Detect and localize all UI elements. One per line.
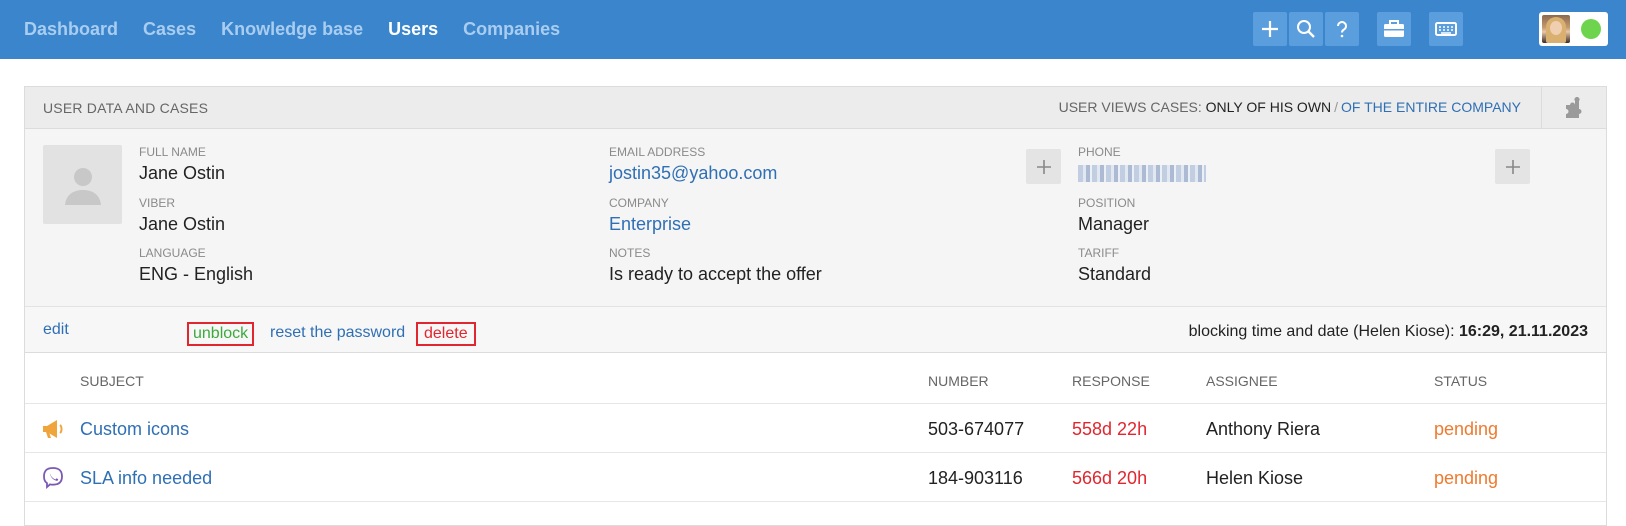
table-row[interactable]: SLA info needed 184-903116 566d 20h Hele… <box>25 453 1606 502</box>
company-label: COMPANY <box>609 196 669 210</box>
language-field: LANGUAGE ENG - English <box>139 246 253 285</box>
position-field: POSITION Manager <box>1078 196 1149 235</box>
unblock-link[interactable]: unblock <box>187 322 255 346</box>
full-name-value: Jane Ostin <box>139 163 226 183</box>
phone-value-blurred <box>1078 165 1206 182</box>
panel-header: USER DATA AND CASES USER VIEWS CASES: ON… <box>25 87 1606 129</box>
email-field: EMAIL ADDRESS jostin35@yahoo.com <box>609 145 777 184</box>
viber-value: Jane Ostin <box>139 214 226 234</box>
question-icon <box>1337 21 1347 38</box>
user-menu[interactable] <box>1539 12 1608 46</box>
main-nav: Dashboard Cases Knowledge base Users Com… <box>24 0 560 59</box>
views-label: USER VIEWS CASES: <box>1058 99 1202 115</box>
user-actions: edit unblock reset the password delete b… <box>25 307 1606 353</box>
nav-companies[interactable]: Companies <box>463 19 560 40</box>
user-data-panel: USER DATA AND CASES USER VIEWS CASES: ON… <box>24 86 1607 526</box>
avatar <box>1542 15 1570 43</box>
company-link[interactable]: Enterprise <box>609 214 691 235</box>
add-email-button[interactable] <box>1026 149 1061 184</box>
email-label: EMAIL ADDRESS <box>609 145 706 159</box>
language-label: LANGUAGE <box>139 246 206 260</box>
puzzle-icon <box>1566 97 1582 118</box>
position-label: POSITION <box>1078 196 1136 210</box>
views-separator: / <box>1334 99 1339 115</box>
case-response: 566d 20h <box>1072 468 1148 488</box>
table-header: SUBJECT NUMBER RESPONSE ASSIGNEE STATUS <box>25 353 1606 404</box>
case-assignee: Anthony Riera <box>1206 419 1321 439</box>
plus-icon <box>1505 159 1520 174</box>
case-response: 558d 22h <box>1072 419 1148 439</box>
megaphone-icon <box>43 420 63 438</box>
tariff-value: Standard <box>1078 264 1152 284</box>
tariff-label: TARIFF <box>1078 246 1120 260</box>
panel-title: USER DATA AND CASES <box>43 100 209 116</box>
reset-password-link[interactable]: reset the password <box>270 324 405 342</box>
nav-dashboard[interactable]: Dashboard <box>24 19 118 40</box>
case-subject[interactable]: SLA info needed <box>80 468 212 489</box>
add-button[interactable] <box>1253 12 1287 46</box>
header-assignee[interactable]: ASSIGNEE <box>1206 373 1278 389</box>
plus-icon <box>1262 21 1278 37</box>
phone-label: PHONE <box>1078 145 1121 159</box>
header-subject[interactable]: SUBJECT <box>80 373 144 389</box>
keyboard-icon <box>1435 22 1457 36</box>
add-phone-button[interactable] <box>1495 149 1530 184</box>
views-company-option[interactable]: OF THE ENTIRE COMPANY <box>1341 99 1521 115</box>
full-name-label: FULL NAME <box>139 145 206 159</box>
notes-value: Is ready to accept the offer <box>609 264 822 284</box>
blocking-value: 16:29, 21.11.2023 <box>1458 323 1588 340</box>
case-assignee: Helen Kiose <box>1206 468 1304 488</box>
tariff-field: TARIFF Standard <box>1078 246 1151 285</box>
notes-label: NOTES <box>609 246 651 260</box>
online-status-dot <box>1581 19 1601 39</box>
user-photo <box>43 145 122 224</box>
case-subject[interactable]: Custom icons <box>80 419 189 440</box>
case-number: 184-903116 <box>928 468 1023 488</box>
viber-icon <box>43 467 63 489</box>
language-value: ENG - English <box>139 264 254 284</box>
blocking-label: blocking time and date (Helen Kiose): <box>1188 323 1455 340</box>
keyboard-button[interactable] <box>1429 12 1463 46</box>
viber-field: VIBER Jane Ostin <box>139 196 225 235</box>
cases-table: SUBJECT NUMBER RESPONSE ASSIGNEE STATUS … <box>25 353 1606 502</box>
views-own-option[interactable]: ONLY OF HIS OWN <box>1206 99 1332 115</box>
edit-link[interactable]: edit <box>43 321 69 339</box>
user-silhouette-icon <box>64 167 101 205</box>
case-status: pending <box>1434 419 1499 439</box>
nav-knowledge-base[interactable]: Knowledge base <box>221 19 363 40</box>
email-link[interactable]: jostin35@yahoo.com <box>609 163 777 184</box>
delete-link[interactable]: delete <box>416 322 476 346</box>
company-field: COMPANY Enterprise <box>609 196 691 235</box>
help-button[interactable] <box>1325 12 1359 46</box>
case-number: 503-674077 <box>928 419 1025 439</box>
nav-cases[interactable]: Cases <box>143 19 196 40</box>
user-info: FULL NAME Jane Ostin VIBER Jane Ostin LA… <box>25 129 1606 307</box>
full-name-field: FULL NAME Jane Ostin <box>139 145 225 184</box>
header-response[interactable]: RESPONSE <box>1072 373 1150 389</box>
user-views-cases: USER VIEWS CASES: ONLY OF HIS OWN / OF THE… <box>1059 99 1521 115</box>
case-status: pending <box>1434 468 1499 488</box>
briefcase-button[interactable] <box>1377 12 1411 46</box>
plugin-button[interactable] <box>1541 87 1606 129</box>
header-number[interactable]: NUMBER <box>928 373 989 389</box>
phone-field: PHONE <box>1078 145 1206 187</box>
viber-label: VIBER <box>139 196 176 210</box>
search-button[interactable] <box>1289 12 1323 46</box>
briefcase-icon <box>1384 20 1404 37</box>
nav-users[interactable]: Users <box>388 19 438 40</box>
header-status[interactable]: STATUS <box>1434 373 1487 389</box>
table-row[interactable]: Custom icons 503-674077 558d 22h Anthony… <box>25 404 1606 453</box>
search-icon <box>1297 20 1315 38</box>
plus-icon <box>1036 159 1051 174</box>
position-value: Manager <box>1078 214 1150 234</box>
blocking-info: blocking time and date (Helen Kiose): 16… <box>1189 323 1588 341</box>
notes-field: NOTES Is ready to accept the offer <box>609 246 822 285</box>
top-navigation-bar: Dashboard Cases Knowledge base Users Com… <box>0 0 1626 59</box>
